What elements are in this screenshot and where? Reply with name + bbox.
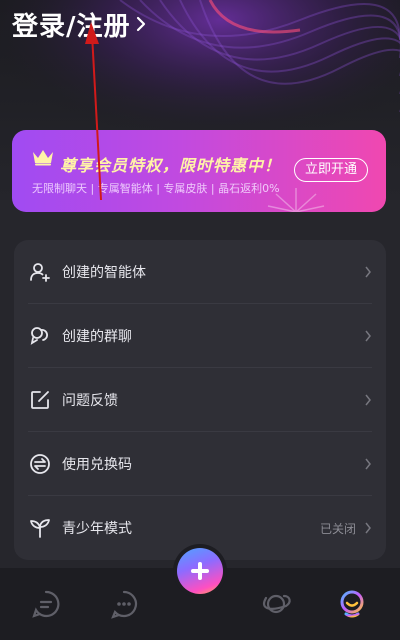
chevron-right-icon (136, 16, 145, 32)
feedback-edit-icon (31, 391, 49, 409)
login-register-link[interactable]: 登录/注册 (12, 4, 147, 44)
menu-item-label: 问题反馈 (62, 393, 118, 409)
menu-item-label: 青少年模式 (62, 521, 132, 537)
menu-item-label: 创建的群聊 (62, 329, 132, 345)
chat-bubble-icon[interactable] (30, 588, 62, 620)
exchange-icon (30, 454, 50, 474)
chevron-right-icon (365, 458, 371, 470)
settings-menu: 创建的智能体 创建的群聊 问题反馈 使用兑换码 青少年模式 已关闭 (14, 240, 386, 560)
sparkle-decoration (267, 188, 325, 212)
crown-icon (33, 150, 53, 166)
chevron-right-icon (365, 266, 371, 278)
profile-robot-icon[interactable] (336, 588, 368, 620)
chevron-right-icon (365, 330, 371, 342)
chevron-right-icon (365, 394, 371, 406)
menu-item-label: 使用兑换码 (62, 457, 132, 473)
vip-title: 尊享会员特权，限时特惠中！ (60, 156, 282, 175)
menu-item-label: 创建的智能体 (62, 265, 146, 281)
open-vip-button[interactable]: 立即开通 (294, 158, 368, 182)
add-icon-vertical (198, 562, 202, 580)
menu-item-created-agents[interactable]: 创建的智能体 (14, 240, 386, 304)
chevron-right-icon (365, 522, 371, 534)
planet-icon[interactable] (260, 588, 292, 620)
vip-banner[interactable]: 尊享会员特权，限时特惠中！ 无限制聊天 | 专属智能体 | 专属皮肤 | 晶石返… (12, 130, 386, 212)
login-register-label: 登录/注册 (12, 11, 131, 42)
message-dots-icon[interactable] (108, 588, 140, 620)
add-button[interactable] (177, 548, 223, 594)
teen-mode-status: 已关闭 (319, 522, 356, 536)
sprout-icon (30, 519, 50, 538)
add-user-icon (30, 263, 50, 282)
menu-item-redeem-code[interactable]: 使用兑换码 (14, 432, 386, 496)
menu-item-feedback[interactable]: 问题反馈 (14, 368, 386, 432)
menu-item-created-group-chats[interactable]: 创建的群聊 (14, 304, 386, 368)
group-chat-icon (30, 327, 48, 345)
vip-subtitle: 无限制聊天 | 专属智能体 | 专属皮肤 | 晶石返利0% (32, 182, 280, 195)
